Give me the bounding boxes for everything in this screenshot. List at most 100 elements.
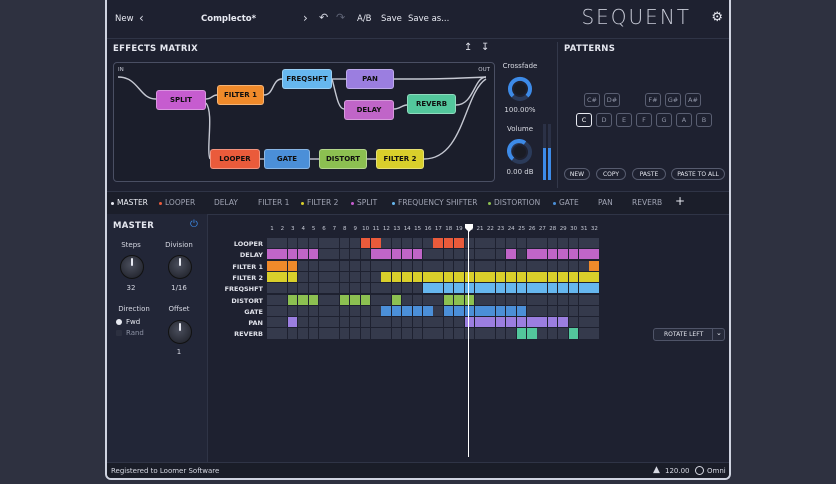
sequencer-step[interactable] — [547, 260, 558, 271]
sequencer-step[interactable] — [308, 283, 319, 294]
sequencer-step[interactable] — [495, 249, 506, 260]
sequencer-step[interactable] — [433, 249, 444, 260]
sequencer-step[interactable] — [391, 305, 402, 316]
add-tab-icon[interactable]: + — [675, 194, 685, 208]
sequencer-step[interactable] — [277, 271, 288, 283]
sequencer-step[interactable] — [579, 305, 589, 316]
sequencer-step[interactable] — [433, 283, 444, 294]
sequencer-step[interactable] — [506, 249, 516, 260]
sequencer-step[interactable] — [298, 305, 308, 316]
sequencer-step[interactable] — [433, 260, 444, 271]
sequencer-step[interactable] — [589, 260, 600, 271]
sequencer-step[interactable] — [495, 283, 506, 294]
sequencer-step[interactable] — [298, 283, 308, 294]
sequencer-step[interactable] — [267, 305, 277, 316]
sequencer-step[interactable] — [537, 305, 548, 316]
sequencer-step[interactable] — [516, 283, 527, 294]
sequencer-step[interactable] — [371, 238, 381, 249]
sequencer-step[interactable] — [579, 317, 589, 328]
sequencer-step[interactable] — [402, 271, 412, 283]
sequencer-step[interactable] — [454, 260, 464, 271]
pattern-key-f[interactable]: F — [636, 113, 652, 127]
sequencer-step[interactable] — [568, 294, 579, 305]
sequencer-step[interactable] — [298, 328, 308, 339]
sequencer-step[interactable] — [589, 238, 600, 249]
sequencer-step[interactable] — [547, 283, 558, 294]
next-preset-icon[interactable]: › — [303, 11, 308, 25]
sequencer-step[interactable] — [329, 238, 340, 249]
sequencer-step[interactable] — [558, 283, 568, 294]
sequencer-step[interactable] — [527, 294, 537, 305]
sequencer-step[interactable] — [464, 249, 475, 260]
sequencer-step[interactable] — [329, 249, 340, 260]
sequencer-step[interactable] — [350, 328, 360, 339]
sequencer-step[interactable] — [391, 249, 402, 260]
sequencer-step[interactable] — [423, 238, 433, 249]
sequencer-step[interactable] — [443, 305, 454, 316]
sequencer-step[interactable] — [475, 305, 485, 316]
crossfade-knob[interactable] — [507, 76, 533, 102]
sequencer-step[interactable] — [527, 238, 537, 249]
sequencer-step[interactable] — [412, 249, 423, 260]
division-knob[interactable] — [168, 255, 192, 279]
sequencer-step[interactable] — [287, 294, 298, 305]
effects-matrix[interactable]: IN OUT SPLIT FILTER 1 FREQSHFT PAN DELAY… — [113, 62, 495, 182]
sequencer-step[interactable] — [298, 238, 308, 249]
sequencer-step[interactable] — [381, 305, 392, 316]
sequencer-step[interactable] — [308, 271, 319, 283]
save-button[interactable]: Save — [381, 14, 402, 24]
sequencer-step[interactable] — [371, 260, 381, 271]
sequencer-step[interactable] — [516, 305, 527, 316]
sequencer-step[interactable] — [485, 294, 496, 305]
sequencer-step[interactable] — [506, 305, 516, 316]
sequencer-step[interactable] — [339, 260, 350, 271]
sequencer-step[interactable] — [381, 260, 392, 271]
sequencer-step[interactable] — [308, 260, 319, 271]
sequencer-step[interactable] — [485, 305, 496, 316]
sequencer-step[interactable] — [308, 249, 319, 260]
sequencer-step[interactable] — [475, 317, 485, 328]
sequencer-step[interactable] — [360, 283, 371, 294]
sequencer-step[interactable] — [506, 271, 516, 283]
sequencer-step[interactable] — [287, 317, 298, 328]
sequencer-step[interactable] — [558, 271, 568, 283]
sequencer-step[interactable] — [485, 249, 496, 260]
sequencer-step[interactable] — [402, 305, 412, 316]
sequencer-step[interactable] — [495, 305, 506, 316]
volume-knob[interactable] — [507, 139, 533, 165]
pattern-copy-button[interactable]: COPY — [596, 168, 626, 180]
sequencer-step[interactable] — [350, 294, 360, 305]
sequencer-step[interactable] — [423, 328, 433, 339]
sequencer-step[interactable] — [277, 249, 288, 260]
tab-filter2[interactable]: FILTER 2 — [301, 198, 338, 207]
power-icon[interactable]: ⏻ — [190, 219, 198, 230]
sequencer-step[interactable] — [412, 260, 423, 271]
sequencer-step[interactable] — [339, 249, 350, 260]
sequencer-step[interactable] — [339, 283, 350, 294]
sequencer-step[interactable] — [443, 328, 454, 339]
tab-pan[interactable]: PAN — [598, 198, 613, 207]
pattern-key-a-sharp[interactable]: A# — [685, 93, 701, 107]
sequencer-step[interactable] — [495, 271, 506, 283]
sequencer-step[interactable] — [547, 328, 558, 339]
sequencer-step[interactable] — [277, 238, 288, 249]
sequencer-step[interactable] — [287, 283, 298, 294]
sequencer-step[interactable] — [589, 328, 600, 339]
sequencer-step[interactable] — [537, 249, 548, 260]
sequencer-step[interactable] — [464, 294, 475, 305]
sequencer-step[interactable] — [464, 317, 475, 328]
sequencer-step[interactable] — [537, 271, 548, 283]
tab-delay[interactable]: DELAY — [214, 198, 238, 207]
pattern-key-d-sharp[interactable]: D# — [604, 93, 620, 107]
sequencer-step[interactable] — [589, 271, 600, 283]
sequencer-step[interactable] — [287, 238, 298, 249]
sequencer-step[interactable] — [485, 283, 496, 294]
sequencer-step[interactable] — [350, 238, 360, 249]
tab-split[interactable]: SPLIT — [351, 198, 377, 207]
sequencer-step[interactable] — [475, 238, 485, 249]
sequencer-step[interactable] — [298, 294, 308, 305]
sequencer-step[interactable] — [568, 249, 579, 260]
sequencer-step[interactable] — [350, 317, 360, 328]
sequencer-step[interactable] — [277, 305, 288, 316]
pattern-key-c-sharp[interactable]: C# — [584, 93, 600, 107]
